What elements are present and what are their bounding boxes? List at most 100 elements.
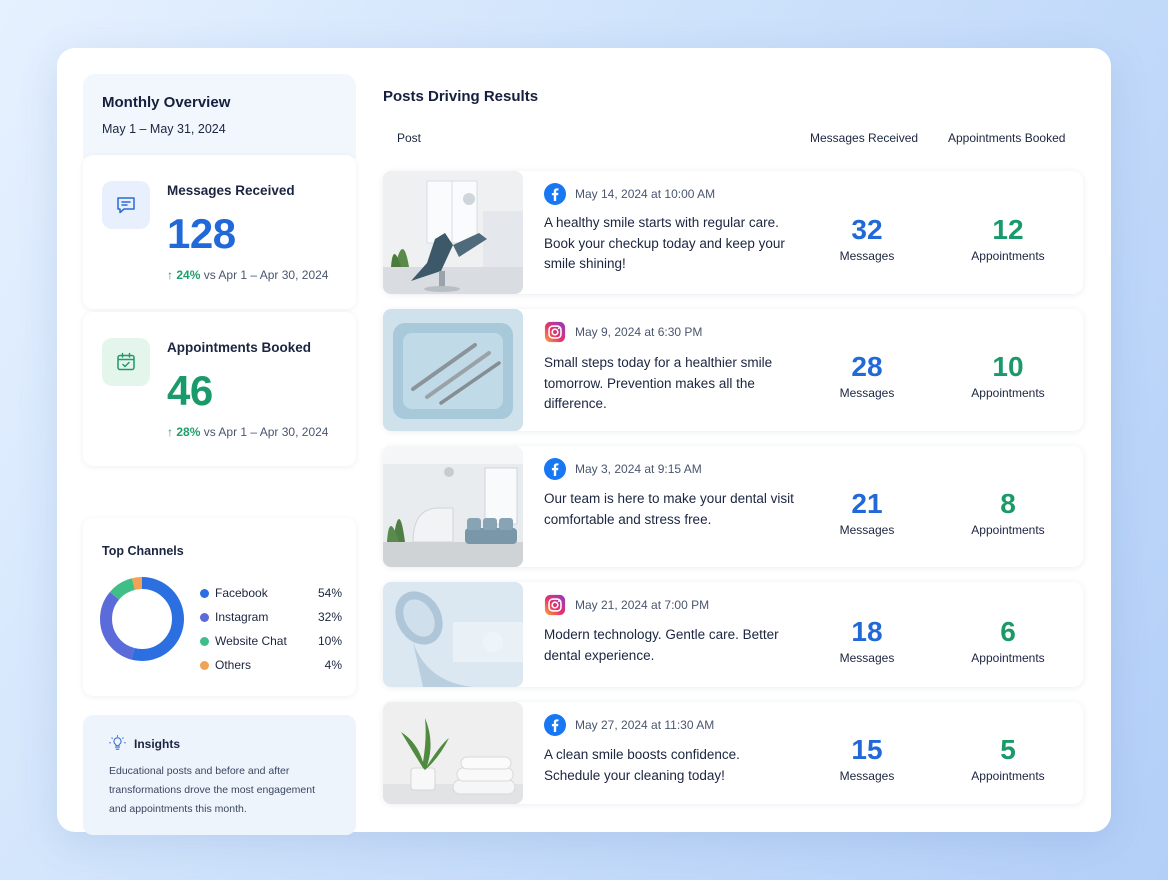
post-image[interactable] bbox=[383, 702, 523, 804]
appointments-metric: 5 Appointments bbox=[948, 734, 1068, 784]
messages-count: 15 bbox=[851, 734, 883, 765]
post-row[interactable]: May 9, 2024 at 6:30 PM Small steps today… bbox=[383, 309, 1083, 431]
messages-unit: Messages bbox=[839, 248, 895, 263]
stat-messages-received: Messages Received 128 ↑ 24% vs Apr 1 – A… bbox=[83, 155, 356, 309]
legend-item: Facebook 54% bbox=[200, 581, 342, 605]
messages-unit: Messages bbox=[839, 386, 895, 400]
post-meta: May 3, 2024 at 9:15 AM bbox=[544, 458, 702, 480]
stat-change: ↑ 24% vs Apr 1 – Apr 30, 2024 bbox=[167, 268, 328, 282]
post-image[interactable] bbox=[383, 309, 523, 431]
legend-dot bbox=[200, 660, 209, 670]
top-channels: Top Channels Facebook 54% Instagram 32% … bbox=[83, 518, 356, 696]
messages-metric: 15 Messages bbox=[807, 734, 927, 784]
messages-count: 28 bbox=[851, 351, 883, 382]
channels-donut-chart bbox=[100, 577, 184, 661]
posts-title: Posts Driving Results bbox=[383, 88, 539, 105]
change-text: vs Apr 1 – Apr 30, 2024 bbox=[203, 425, 329, 439]
legend-pct: 10% bbox=[317, 634, 342, 648]
appointments-count: 6 bbox=[1000, 615, 1016, 647]
messages-metric: 18 Messages bbox=[807, 615, 927, 665]
post-date: May 27, 2024 at 11:30 AM bbox=[575, 718, 715, 732]
appointments-metric: 8 Appointments bbox=[948, 487, 1068, 537]
post-row[interactable]: May 21, 2024 at 7:00 PM Modern technolog… bbox=[383, 582, 1083, 687]
messages-count: 32 bbox=[851, 213, 883, 245]
post-image[interactable] bbox=[383, 171, 523, 294]
stat-value: 46 bbox=[167, 367, 213, 414]
messages-metric: 21 Messages bbox=[807, 487, 927, 537]
legend-item: Website Chat 10% bbox=[200, 629, 342, 653]
messages-unit: Messages bbox=[839, 522, 895, 537]
appointments-unit: Appointments bbox=[971, 386, 1045, 400]
post-date: May 14, 2024 at 10:00 AM bbox=[575, 187, 716, 201]
change-pct: 28% bbox=[176, 425, 201, 439]
stat-change: ↑ 28% vs Apr 1 – Apr 30, 2024 bbox=[167, 425, 328, 439]
appointments-unit: Appointments bbox=[971, 650, 1045, 665]
insights-title: Insights bbox=[134, 736, 181, 751]
stat-label: Appointments Booked bbox=[167, 340, 311, 355]
messages-metric: 32 Messages bbox=[807, 213, 927, 263]
messages-unit: Messages bbox=[839, 769, 895, 783]
chat-icon bbox=[102, 181, 150, 229]
messages-count: 18 bbox=[851, 615, 883, 647]
legend-pct: 32% bbox=[317, 610, 342, 624]
post-row[interactable]: May 3, 2024 at 9:15 AM Our team is here … bbox=[383, 446, 1083, 567]
appointments-count: 10 bbox=[992, 351, 1024, 382]
legend-dot bbox=[200, 588, 209, 598]
post-caption: Small steps today for a healthier smile … bbox=[544, 355, 773, 411]
legend-name: Others bbox=[215, 658, 252, 672]
messages-metric: 28 Messages bbox=[807, 351, 927, 401]
dashboard-card: Monthly Overview May 1 – May 31, 2024 Me… bbox=[57, 48, 1111, 835]
instagram-icon bbox=[544, 321, 566, 343]
facebook-icon bbox=[544, 458, 566, 480]
facebook-icon bbox=[544, 714, 566, 736]
legend-name: Website Chat bbox=[215, 634, 287, 648]
facebook-icon bbox=[544, 183, 566, 205]
post-meta: May 21, 2024 at 7:00 PM bbox=[544, 594, 709, 616]
arrow-up-icon: ↑ bbox=[167, 268, 177, 282]
appointments-metric: 6 Appointments bbox=[948, 615, 1068, 665]
change-pct: 24% bbox=[176, 268, 201, 282]
column-header-post: Post bbox=[397, 131, 422, 145]
post-date: May 3, 2024 at 9:15 AM bbox=[575, 462, 702, 476]
post-caption: Modern technology. Gentle care. Better d… bbox=[544, 627, 779, 663]
post-meta: May 9, 2024 at 6:30 PM bbox=[544, 321, 702, 343]
messages-count: 21 bbox=[851, 487, 883, 519]
legend-name: Instagram bbox=[215, 610, 269, 624]
post-row[interactable]: May 14, 2024 at 10:00 AM A healthy smile… bbox=[383, 171, 1083, 294]
legend-dot bbox=[200, 612, 209, 622]
lightbulb-icon bbox=[109, 735, 126, 750]
stat-appointments-booked: Appointments Booked 46 ↑ 28% vs Apr 1 – … bbox=[83, 312, 356, 466]
appointments-count: 8 bbox=[1000, 487, 1016, 519]
legend-pct: 54% bbox=[317, 586, 342, 600]
insights-text: Educational posts and before and after t… bbox=[109, 765, 316, 815]
channels-title: Top Channels bbox=[102, 544, 184, 558]
post-caption: A healthy smile starts with regular care… bbox=[544, 215, 785, 271]
legend-dot bbox=[200, 636, 209, 646]
stat-label: Messages Received bbox=[167, 183, 295, 198]
legend-pct: 4% bbox=[324, 658, 342, 672]
appointments-metric: 12 Appointments bbox=[948, 214, 1068, 263]
channels-legend: Facebook 54% Instagram 32% Website Chat … bbox=[200, 581, 342, 677]
post-image[interactable] bbox=[383, 582, 523, 687]
post-row[interactable]: May 27, 2024 at 11:30 AM A clean smile b… bbox=[383, 702, 1083, 804]
arrow-up-icon: ↑ bbox=[167, 425, 177, 439]
messages-unit: Messages bbox=[839, 650, 895, 665]
column-header-messages: Messages Received bbox=[810, 131, 919, 145]
post-date: May 9, 2024 at 6:30 PM bbox=[575, 325, 703, 339]
insights-panel: Insights Educational posts and before an… bbox=[83, 715, 356, 835]
calendar-icon bbox=[102, 338, 150, 386]
appointments-unit: Appointments bbox=[971, 248, 1045, 263]
legend-item: Instagram 32% bbox=[200, 605, 342, 629]
overview-title: Monthly Overview bbox=[102, 94, 231, 111]
post-image[interactable] bbox=[383, 446, 523, 567]
post-meta: May 14, 2024 at 10:00 AM bbox=[544, 183, 715, 205]
overview-date-range: May 1 – May 31, 2024 bbox=[102, 122, 226, 136]
monthly-overview: Monthly Overview May 1 – May 31, 2024 bbox=[83, 74, 356, 158]
instagram-icon bbox=[544, 594, 566, 616]
post-caption: A clean smile boosts confidence. Schedul… bbox=[544, 747, 740, 783]
post-meta: May 27, 2024 at 11:30 AM bbox=[544, 714, 714, 736]
appointments-count: 5 bbox=[1000, 734, 1016, 765]
column-header-appointments: Appointments Booked bbox=[948, 131, 1066, 145]
legend-name: Facebook bbox=[215, 586, 268, 600]
appointments-unit: Appointments bbox=[971, 769, 1045, 783]
